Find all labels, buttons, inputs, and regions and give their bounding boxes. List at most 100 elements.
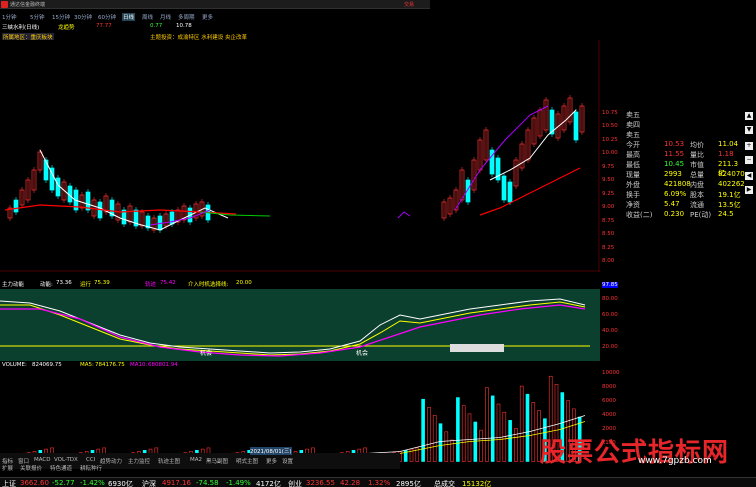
period-60min[interactable]: 60分钟	[98, 13, 116, 21]
quote-label: 卖五	[626, 131, 640, 139]
watermark: 股票公式指标网 www.7gpzb.com	[540, 432, 740, 468]
volume-header: VOLUME: 824069.75 MA5: 784176.75 MA10: 6…	[2, 362, 178, 368]
tab-cultivate[interactable]: 耕耘种行	[80, 464, 102, 472]
right-scrollbar[interactable]: ▲ ▼ + − ◀ ▶	[743, 112, 755, 442]
quote-value: 10.45	[664, 160, 685, 168]
period-5min[interactable]: 5分钟	[30, 13, 45, 21]
tooltip-box	[450, 344, 504, 352]
stock-name: 三峡水利(日线)	[2, 25, 40, 31]
period-month[interactable]: 月线	[160, 13, 171, 21]
change-value: 77.77	[96, 23, 112, 29]
quote-row: 净资 5.47 流通 13.5亿	[624, 200, 742, 210]
quote-row: 今开 10.53 均价 11.04	[624, 140, 742, 150]
period-30min[interactable]: 30分钟	[74, 13, 92, 21]
tab-special[interactable]: 特色通道	[50, 464, 72, 472]
indicator-tab-bar: 2021/08/01(三) 指标 窗口 MACD VOL-TDX CCI 趋势动…	[0, 447, 400, 472]
quote-row: 现量 2993 总量 824070	[624, 170, 745, 180]
tab-vol-tdx[interactable]: VOL-TDX	[54, 457, 78, 463]
volume-bar	[525, 393, 530, 462]
oscillator-chart[interactable]: 机会 机会	[0, 289, 600, 361]
quote-value: 10.53	[664, 140, 685, 148]
tab-cci[interactable]: CCI	[86, 457, 95, 463]
candle	[501, 175, 507, 201]
period-day[interactable]: 日线	[122, 13, 136, 21]
zoom-out-icon[interactable]: −	[745, 156, 753, 164]
tab-settings[interactable]: 设置	[282, 457, 293, 465]
stock-info-bar: 三峡水利(日线) 龙趋势 77.77 0.77 10.78	[0, 23, 430, 32]
quote-value: 11.55	[664, 150, 685, 158]
period-week[interactable]: 周线	[142, 13, 153, 21]
quote-label-2: 市值	[690, 161, 704, 169]
tab-dark-horse[interactable]: 黑马副图	[206, 457, 228, 465]
quote-value: 6.09%	[664, 190, 687, 198]
osc-label-2: 机会	[356, 349, 368, 357]
tab-main-monitor[interactable]: 主力监控	[128, 457, 150, 465]
tab-trend[interactable]: 趋势动力	[100, 457, 122, 465]
quote-value: 0.230	[664, 210, 685, 218]
quote-value-2: 11.04	[718, 140, 739, 148]
candlestick-chart[interactable]	[0, 40, 600, 272]
osc-label-1: 机会	[200, 349, 212, 357]
quote-label-2: 均价	[690, 141, 704, 149]
tab-ming-main[interactable]: 明式主图	[236, 457, 258, 465]
zoom-in-icon[interactable]: +	[745, 142, 753, 150]
quote-label-2: 内盘	[690, 181, 704, 189]
quote-value-2: 24.5	[718, 210, 734, 218]
quote-value-2: 1.18	[718, 150, 734, 158]
quote-label: 最高	[626, 151, 640, 159]
candle	[507, 181, 513, 203]
quote-label: 外盘	[626, 181, 640, 189]
period-more[interactable]: 更多	[202, 13, 213, 21]
quote-value: 421808	[664, 180, 691, 188]
tab-ma2[interactable]: MA2	[190, 457, 202, 463]
tab-macd[interactable]: MACD	[34, 457, 51, 463]
tab-more[interactable]: 更多	[266, 457, 277, 465]
volume-bar	[473, 421, 478, 462]
quote-row: 卖四	[624, 120, 742, 130]
oscillator-header: 主力动能 动能: 73.36 运行 75.39 轨迹 75.42 介入时机选择线…	[2, 280, 252, 288]
window-title: 通达信金融终端	[10, 2, 46, 8]
quote-label: 收益(二)	[626, 211, 653, 219]
osc-axis: 97.85 80.00 60.00 40.00 20.00	[602, 282, 618, 350]
scroll-down-icon[interactable]: ▼	[745, 126, 753, 134]
period-multi[interactable]: 多周期	[178, 13, 195, 21]
quote-value: 5.47	[664, 200, 680, 208]
volume-bar	[456, 397, 460, 462]
collapse-icon[interactable]: ◀	[745, 172, 753, 180]
candle	[573, 111, 579, 141]
volume-bar	[438, 423, 443, 462]
candle	[55, 177, 61, 197]
indicator-value-2: 10.78	[176, 23, 192, 29]
price-axis: 10.75 10.50 10.25 10.00 9.75 9.50 9.25 9…	[602, 110, 618, 264]
volume-bar	[508, 420, 512, 462]
tab-track-main[interactable]: 轨迹主图	[158, 457, 180, 465]
quote-label: 卖五	[626, 111, 640, 119]
quote-row: 收益(二) 0.230 PE(动) 24.5	[624, 210, 742, 220]
quote-value: 2993	[664, 170, 682, 178]
scroll-up-icon[interactable]: ▲	[745, 112, 753, 120]
quote-row: 卖五	[624, 130, 742, 140]
expand-icon[interactable]: ▶	[745, 186, 753, 194]
trade-link[interactable]: 交易	[404, 1, 414, 8]
period-1min[interactable]: 1分钟	[2, 13, 17, 21]
quote-value-2: 824070	[718, 170, 745, 178]
watermark-url: www.7gpzb.com	[638, 456, 712, 466]
indicator-name: 龙趋势	[58, 25, 75, 31]
quote-label: 换手	[626, 191, 640, 199]
quote-row: 最低 10.45 市值 211.3亿	[624, 160, 742, 177]
osc-name: 主力动能	[2, 282, 25, 288]
quote-label: 最低	[626, 161, 640, 169]
quote-panel: 卖五 卖四 卖五 今开 10.53 均价 11.04 最高 11.55 量比 1.18 最低 10.45…	[624, 110, 745, 220]
quote-label-2: 流通	[690, 201, 704, 209]
period-15min[interactable]: 15分钟	[52, 13, 70, 21]
quote-label-2: 股本	[690, 191, 704, 199]
tab-related[interactable]: 关联报价	[20, 464, 42, 472]
quote-label-2: PE(动)	[690, 211, 712, 219]
quote-row: 外盘 421808 内盘 402262	[624, 180, 745, 190]
quote-value-2: 19.1亿	[718, 191, 741, 199]
tab-extend[interactable]: 扩展	[2, 464, 13, 472]
app-logo-icon	[1, 1, 8, 8]
indicator-value-1: 0.77	[150, 23, 163, 29]
quote-label: 净资	[626, 201, 640, 209]
title-bar: 通达信金融终端 交易	[0, 0, 430, 9]
